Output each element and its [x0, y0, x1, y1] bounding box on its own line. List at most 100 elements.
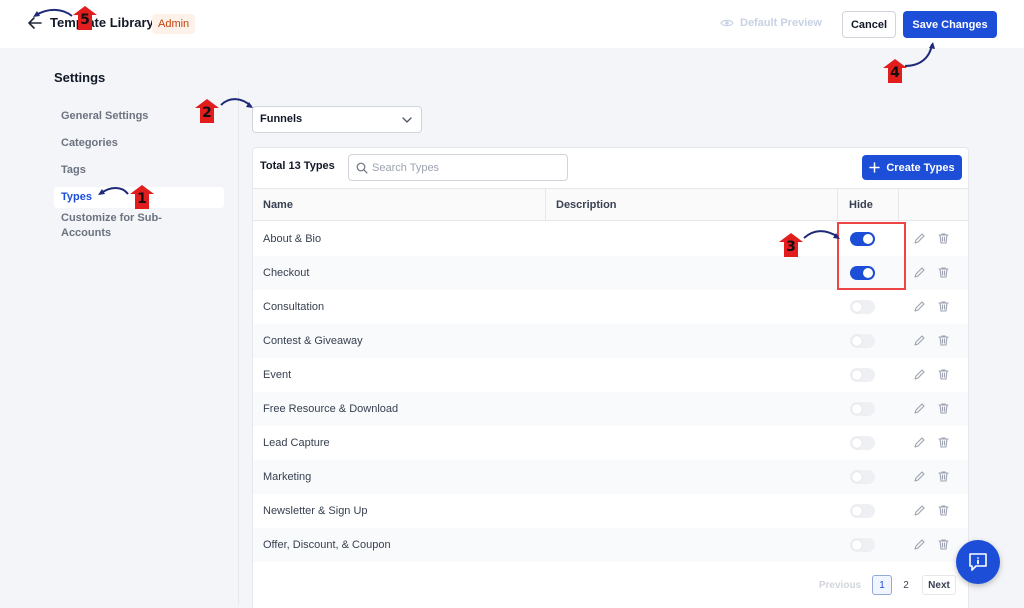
annotation-arrow-4	[904, 42, 935, 67]
create-types-label: Create Types	[886, 161, 955, 174]
cancel-button[interactable]: Cancel	[842, 11, 896, 38]
trash-icon[interactable]	[937, 300, 950, 313]
table-header: Name Description Hide	[253, 188, 968, 221]
search-types-input[interactable]	[372, 159, 562, 177]
row-name: Free Resource & Download	[263, 403, 399, 415]
toggle-knob	[852, 336, 862, 346]
row-name: Consultation	[263, 301, 325, 313]
hide-toggle[interactable]	[850, 470, 875, 484]
trash-icon[interactable]	[937, 232, 950, 245]
annotation-arrow-5	[33, 8, 73, 17]
pencil-icon[interactable]	[913, 334, 926, 347]
pencil-icon[interactable]	[913, 266, 926, 279]
toggle-knob	[852, 404, 862, 414]
row-name: Contest & Giveaway	[263, 335, 363, 347]
annotation-marker-5: 5	[72, 5, 98, 31]
trash-icon[interactable]	[937, 334, 950, 347]
trash-icon[interactable]	[937, 368, 950, 381]
row-name: Offer, Discount, & Coupon	[263, 539, 391, 551]
annotation-marker-2: 2	[194, 98, 220, 124]
hide-toggle[interactable]	[850, 538, 875, 552]
pagination-page-2[interactable]: 2	[897, 575, 915, 595]
row-name: Lead Capture	[263, 437, 330, 449]
annotation-marker-3: 3	[778, 232, 804, 258]
row-name: About & Bio	[263, 233, 322, 245]
pencil-icon[interactable]	[913, 436, 926, 449]
search-types-field[interactable]	[348, 154, 568, 181]
default-preview-button[interactable]: Default Preview	[720, 17, 822, 29]
trash-icon[interactable]	[937, 538, 950, 551]
pencil-icon[interactable]	[913, 470, 926, 483]
toggle-knob	[852, 370, 862, 380]
toggle-knob	[852, 540, 862, 550]
column-header-hide[interactable]: Hide	[849, 199, 873, 211]
select-value: Funnels	[260, 113, 303, 125]
search-icon	[356, 162, 368, 174]
sidebar-item-customize-sub-accounts[interactable]: Customize for Sub-Accounts	[54, 211, 174, 241]
create-types-button[interactable]: Create Types	[862, 155, 962, 180]
pagination-previous[interactable]: Previous	[816, 575, 864, 595]
eye-icon	[720, 19, 734, 27]
pagination-next[interactable]: Next	[922, 575, 956, 595]
row-name: Marketing	[263, 471, 312, 483]
sidebar-item-categories[interactable]: Categories	[54, 137, 224, 149]
pencil-icon[interactable]	[913, 300, 926, 313]
hide-toggle[interactable]	[850, 504, 875, 518]
row-name: Newsletter & Sign Up	[263, 505, 368, 517]
table-row: Event	[253, 358, 968, 392]
sidebar-divider	[238, 90, 239, 605]
pencil-icon[interactable]	[913, 538, 926, 551]
save-changes-button[interactable]: Save Changes	[903, 11, 997, 38]
pencil-icon[interactable]	[913, 504, 926, 517]
trash-icon[interactable]	[937, 436, 950, 449]
total-types-count: Total 13 Types	[260, 160, 335, 172]
admin-badge: Admin	[152, 14, 196, 34]
toggle-knob	[852, 472, 862, 482]
trash-icon[interactable]	[937, 266, 950, 279]
sidebar-item-tags[interactable]: Tags	[54, 164, 224, 176]
trash-icon[interactable]	[937, 402, 950, 415]
table-row: Lead Capture	[253, 426, 968, 460]
annotation-arrow-2	[220, 98, 253, 108]
hide-toggle[interactable]	[850, 436, 875, 450]
pencil-icon[interactable]	[913, 402, 926, 415]
column-header-name[interactable]: Name	[263, 199, 293, 211]
column-divider	[545, 189, 546, 220]
column-divider	[837, 189, 838, 220]
toggle-knob	[852, 438, 862, 448]
top-header: Template Library Admin Default Preview C…	[0, 0, 1024, 48]
chat-info-icon	[969, 553, 987, 571]
table-row: Marketing	[253, 460, 968, 494]
settings-heading: Settings	[54, 70, 106, 85]
hide-toggle-highlight	[837, 222, 906, 290]
row-name: Event	[263, 369, 292, 381]
table-row: Contest & Giveaway	[253, 324, 968, 358]
type-category-select[interactable]: Funnels	[252, 106, 422, 133]
toggle-knob	[852, 506, 862, 516]
column-header-description[interactable]: Description	[556, 199, 617, 211]
hide-toggle[interactable]	[850, 368, 875, 382]
hide-toggle[interactable]	[850, 334, 875, 348]
column-divider	[898, 189, 899, 220]
table-row: Offer, Discount, & Coupon	[253, 528, 968, 562]
hide-toggle[interactable]	[850, 300, 875, 314]
pencil-icon[interactable]	[913, 232, 926, 245]
app-frame: Template Library Admin Default Preview C…	[0, 0, 1024, 608]
toggle-knob	[852, 302, 862, 312]
table-row: Free Resource & Download	[253, 392, 968, 426]
annotation-marker-1: 1	[129, 184, 155, 210]
row-name: Checkout	[263, 267, 310, 279]
trash-icon[interactable]	[937, 470, 950, 483]
pagination-page-1[interactable]: 1	[872, 575, 892, 595]
table-row: Consultation	[253, 290, 968, 324]
default-preview-label: Default Preview	[740, 17, 822, 29]
pencil-icon[interactable]	[913, 368, 926, 381]
trash-icon[interactable]	[937, 504, 950, 517]
help-chat-button[interactable]	[956, 540, 1000, 584]
annotation-arrow-3	[803, 230, 840, 239]
table-row: Newsletter & Sign Up	[253, 494, 968, 528]
hide-toggle[interactable]	[850, 402, 875, 416]
annotation-arrow-1	[98, 187, 129, 195]
chevron-down-icon	[402, 117, 412, 123]
plus-icon	[869, 162, 881, 173]
